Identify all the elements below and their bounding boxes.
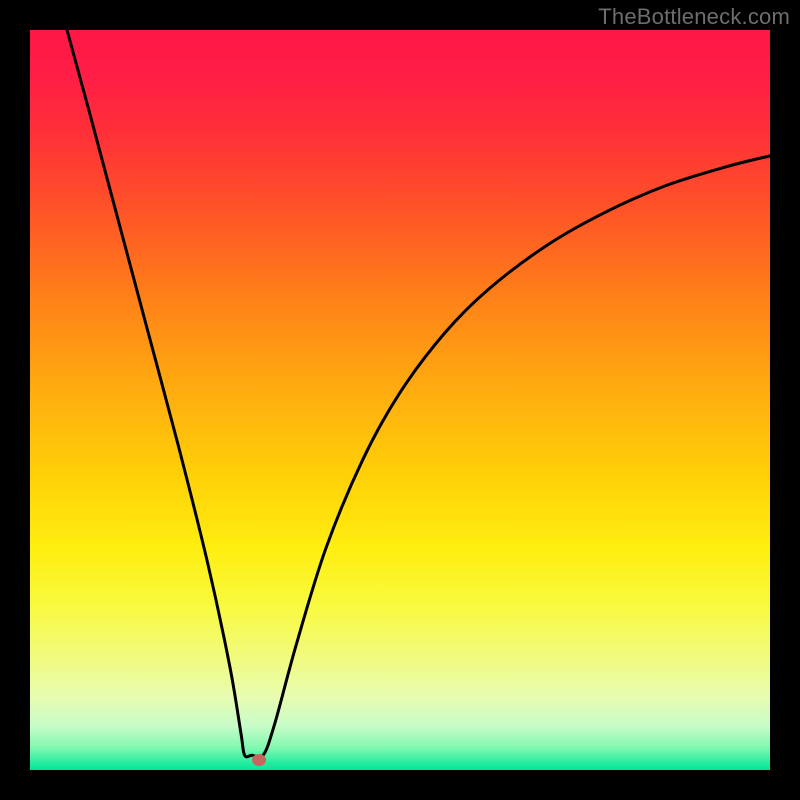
chart-stage: TheBottleneck.com xyxy=(0,0,800,800)
watermark-text: TheBottleneck.com xyxy=(598,4,790,30)
bottleneck-curve xyxy=(30,30,770,770)
plot-area xyxy=(30,30,770,770)
optimal-point-marker xyxy=(252,754,266,766)
